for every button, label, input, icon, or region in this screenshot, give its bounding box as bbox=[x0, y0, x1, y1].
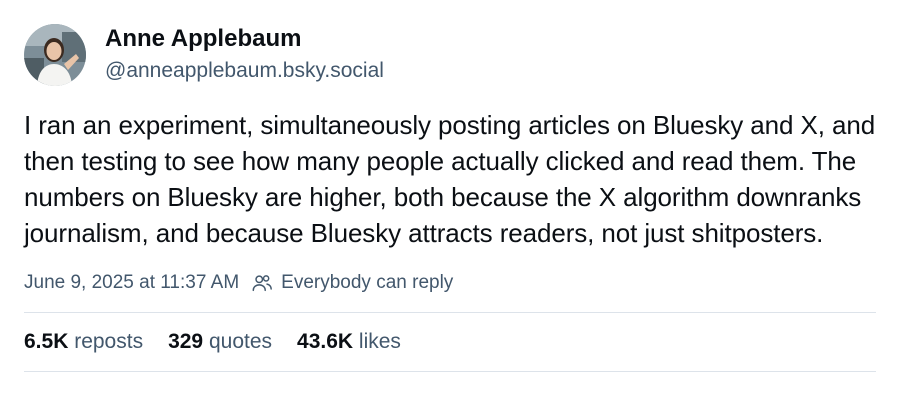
people-icon bbox=[251, 271, 275, 295]
likes-label: likes bbox=[358, 330, 401, 353]
post-meta: June 9, 2025 at 11:37 AM Everybody can r… bbox=[24, 271, 876, 295]
author-handle[interactable]: @anneapplebaum.bsky.social bbox=[105, 57, 384, 85]
post-header: Anne Applebaum @anneapplebaum.bsky.socia… bbox=[24, 24, 876, 86]
post-card: Anne Applebaum @anneapplebaum.bsky.socia… bbox=[24, 24, 876, 372]
engagement-stats: 6.5K reposts 329 quotes 43.6K likes bbox=[24, 313, 876, 371]
likes-stat[interactable]: 43.6K likes bbox=[297, 330, 401, 354]
reply-setting[interactable]: Everybody can reply bbox=[281, 272, 453, 294]
quotes-count: 329 bbox=[168, 330, 204, 353]
post-timestamp[interactable]: June 9, 2025 at 11:37 AM bbox=[24, 272, 239, 294]
reposts-label: reposts bbox=[74, 330, 144, 353]
author-display-name[interactable]: Anne Applebaum bbox=[105, 24, 384, 54]
post-text: I ran an experiment, simultaneously post… bbox=[24, 110, 876, 248]
likes-count: 43.6K bbox=[297, 330, 354, 353]
profile-photo-icon bbox=[24, 24, 86, 86]
divider-bottom bbox=[24, 371, 876, 372]
reposts-stat[interactable]: 6.5K reposts bbox=[24, 330, 143, 354]
author-names: Anne Applebaum @anneapplebaum.bsky.socia… bbox=[105, 24, 384, 85]
quotes-label: quotes bbox=[208, 330, 273, 353]
avatar[interactable] bbox=[24, 24, 86, 86]
reposts-count: 6.5K bbox=[24, 330, 69, 353]
quotes-stat[interactable]: 329 quotes bbox=[168, 330, 272, 354]
